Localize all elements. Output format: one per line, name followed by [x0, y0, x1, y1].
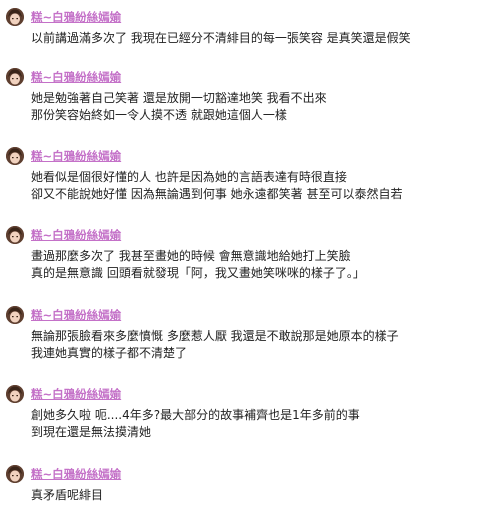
comment-line: 我連她真實的樣子都不清楚了	[31, 346, 188, 360]
comment-text: 以前講過滿多次了 我現在已經分不清緋目的每一張笑容 是真笑還是假笑	[31, 30, 479, 47]
author-link[interactable]: 糕~白鴉紛絲嫣媮	[31, 307, 121, 323]
author-link[interactable]: 糕~白鴉紛絲嫣媮	[31, 386, 121, 402]
comment-line: 創她多久啦 呃....4年多?最大部分的故事補齊也是1年多前的事	[31, 408, 360, 422]
comment-text: 創她多久啦 呃....4年多?最大部分的故事補齊也是1年多前的事 到現在還是無法…	[31, 407, 479, 441]
comment-line: 那份笑容始終如一令人摸不透 就跟她這個人一樣	[31, 108, 287, 122]
comment-line: 畫過那麼多次了 我甚至畫她的時候 會無意識地給她打上笑臉	[31, 249, 351, 263]
comment-text: 她看似是個很好懂的人 也許是因為她的言語表達有時很直接 卻又不能說她好懂 因為無…	[31, 169, 479, 203]
comment-text: 無論那張臉看來多麼憤慨 多麼惹人厭 我還是不敢說那是她原本的樣子 我連她真實的樣…	[31, 328, 479, 362]
comment-line: 卻又不能說她好懂 因為無論遇到何事 她永遠都笑著 甚至可以泰然自若	[31, 187, 403, 201]
avatar[interactable]	[6, 385, 24, 403]
comment-line: 以前講過滿多次了 我現在已經分不清緋目的每一張笑容 是真笑還是假笑	[31, 31, 411, 45]
author-link[interactable]: 糕~白鴉紛絲嫣媮	[31, 148, 121, 164]
avatar[interactable]	[6, 8, 24, 26]
comment-text: 真矛盾呢緋目	[31, 487, 479, 504]
comment-line: 無論那張臉看來多麼憤慨 多麼惹人厭 我還是不敢說那是她原本的樣子	[31, 329, 399, 343]
avatar[interactable]	[6, 147, 24, 165]
avatar[interactable]	[6, 68, 24, 86]
comment-line: 她是勉強著自己笑著 還是放開一切豁達地笑 我看不出來	[31, 91, 327, 105]
author-link[interactable]: 糕~白鴉紛絲嫣媮	[31, 69, 121, 85]
author-link[interactable]: 糕~白鴉紛絲嫣媮	[31, 9, 121, 25]
comment-text: 她是勉強著自己笑著 還是放開一切豁達地笑 我看不出來 那份笑容始終如一令人摸不透…	[31, 90, 479, 124]
comment-line: 真矛盾呢緋目	[31, 488, 104, 502]
comment-line: 真的是無意識 回頭看就發現「阿，我又畫她笑咪咪的樣子了。」	[31, 266, 365, 280]
comment-line: 到現在還是無法摸清她	[31, 425, 152, 439]
avatar[interactable]	[6, 465, 24, 483]
author-link[interactable]: 糕~白鴉紛絲嫣媮	[31, 227, 121, 243]
avatar[interactable]	[6, 226, 24, 244]
comment-line: 她看似是個很好懂的人 也許是因為她的言語表達有時很直接	[31, 170, 347, 184]
comment-text: 畫過那麼多次了 我甚至畫她的時候 會無意識地給她打上笑臉 真的是無意識 回頭看就…	[31, 248, 479, 282]
comment-feed: 糕~白鴉紛絲嫣媮 以前講過滿多次了 我現在已經分不清緋目的每一張笑容 是真笑還是…	[0, 0, 484, 510]
author-link[interactable]: 糕~白鴉紛絲嫣媮	[31, 466, 121, 482]
avatar[interactable]	[6, 306, 24, 324]
